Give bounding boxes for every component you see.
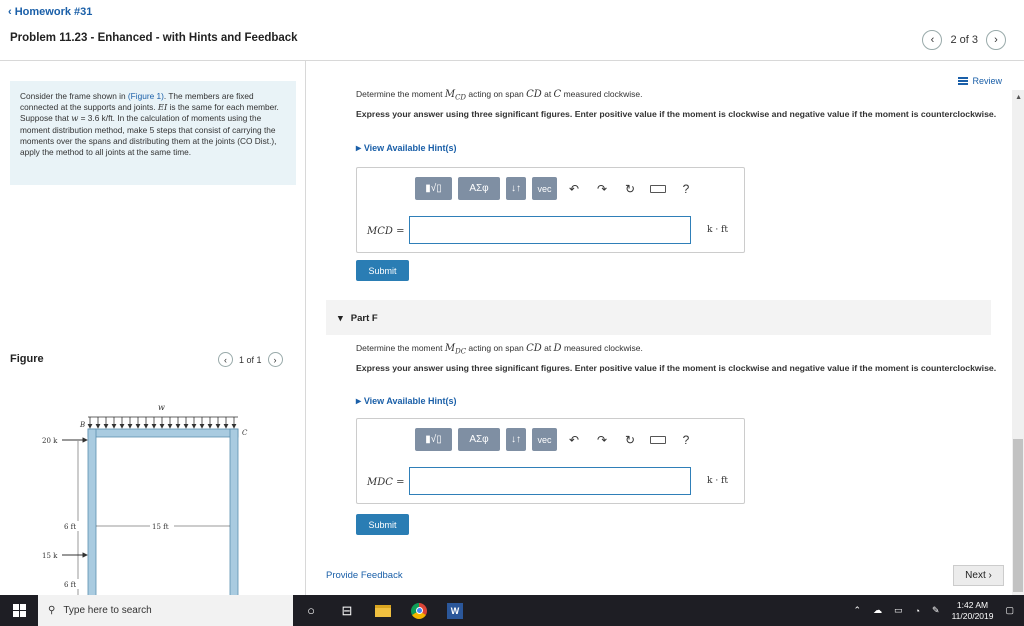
- arrows-button[interactable]: ↓↑: [506, 177, 526, 200]
- dim-upper-label: 6 ft: [64, 523, 76, 531]
- search-placeholder: Type here to search: [63, 605, 152, 616]
- pager-text: 2 of 3: [950, 34, 978, 46]
- keyboard-icon[interactable]: [647, 428, 669, 451]
- greek-symbols-button[interactable]: ΑΣφ: [458, 177, 500, 200]
- part-f-math-toolbar: ▮√▯ ΑΣφ ↓↑ vec ↶ ↷ ↻ ?: [415, 428, 697, 451]
- part-e-instructions: Express your answer using three signific…: [356, 109, 997, 119]
- word-icon[interactable]: W: [437, 595, 473, 626]
- cloud-icon[interactable]: ☁: [873, 605, 882, 616]
- next-button[interactable]: Next ›: [953, 565, 1004, 586]
- part-e-submit-button[interactable]: Submit: [356, 260, 409, 281]
- part-f-header[interactable]: ▾ Part F: [326, 300, 991, 335]
- beam-bc: [87, 428, 239, 438]
- system-tray: ⌃ ☁ ▭ ◔ ✎ 1:42 AM 11/20/2019 ▢: [854, 595, 1024, 626]
- undo-icon[interactable]: ↶: [563, 177, 585, 200]
- help-icon[interactable]: ?: [675, 177, 697, 200]
- part-e-hints-link[interactable]: View Available Hint(s): [356, 143, 457, 154]
- greek-symbols-button[interactable]: ΑΣφ: [458, 428, 500, 451]
- templates-button[interactable]: ▮√▯: [415, 177, 452, 200]
- next-problem-button[interactable]: ›: [986, 30, 1006, 50]
- review-button[interactable]: Review: [958, 76, 1002, 86]
- figure-label: Figure: [10, 353, 44, 365]
- problem-title: Problem 11.23 - Enhanced - with Hints an…: [10, 32, 298, 44]
- reset-icon[interactable]: ↻: [619, 177, 641, 200]
- part-f-unit: k · ft: [707, 476, 728, 486]
- undo-icon[interactable]: ↶: [563, 428, 585, 451]
- cortana-icon[interactable]: ○: [293, 595, 329, 626]
- part-e-unit: k · ft: [707, 225, 728, 235]
- clock-date: 11/20/2019: [951, 610, 994, 621]
- frame-figure: w B C 20 k 15 k 6 ft 6 ft 15 ft: [42, 403, 248, 601]
- right-panel: Review Determine the moment MCD acting o…: [307, 61, 1012, 595]
- windows-taskbar: ⚲ Type here to search ○ ⊟ W ⌃ ☁ ▭ ◔ ✎ 1:…: [0, 595, 1024, 626]
- distributed-load-arrows: [87, 416, 238, 429]
- redo-icon[interactable]: ↷: [591, 177, 613, 200]
- prev-figure-button[interactable]: ‹: [218, 352, 233, 367]
- force-15k-label: 15 k: [42, 552, 58, 560]
- joint-b-label: B: [79, 421, 85, 429]
- part-f-question: Determine the moment MDC acting on span …: [356, 343, 643, 356]
- back-to-homework-link[interactable]: ‹ Homework #31: [8, 6, 92, 18]
- mastering-page: ‹ Homework #31 Problem 11.23 - Enhanced …: [0, 0, 1024, 626]
- templates-button[interactable]: ▮√▯: [415, 428, 452, 451]
- span-label: 15 ft: [152, 523, 169, 531]
- keyboard-icon[interactable]: [647, 177, 669, 200]
- scroll-up-arrow-icon[interactable]: ▲: [1015, 94, 1022, 101]
- figure-link[interactable]: (Figure 1): [128, 91, 164, 101]
- figure-pager-text: 1 of 1: [239, 354, 262, 365]
- chevron-up-icon[interactable]: ⌃: [854, 605, 862, 616]
- figure-pager: ‹ 1 of 1 ›: [218, 352, 283, 367]
- arrows-button[interactable]: ↓↑: [506, 428, 526, 451]
- review-icon: [958, 77, 969, 85]
- part-e-answer-input[interactable]: [409, 216, 691, 244]
- force-20k-label: 20 k: [42, 437, 58, 445]
- chrome-icon[interactable]: [401, 595, 437, 626]
- column-ab: [87, 428, 97, 601]
- vector-button[interactable]: vec: [532, 177, 557, 200]
- left-panel: Consider the frame shown in (Figure 1). …: [0, 61, 306, 601]
- start-button[interactable]: [0, 595, 38, 626]
- battery-icon[interactable]: ▭: [894, 605, 903, 616]
- vertical-scrollbar[interactable]: [1012, 90, 1024, 595]
- help-icon[interactable]: ?: [675, 428, 697, 451]
- taskbar-search[interactable]: ⚲ Type here to search: [38, 595, 293, 626]
- next-figure-button[interactable]: ›: [267, 352, 283, 367]
- part-f-submit-button[interactable]: Submit: [356, 514, 409, 535]
- part-f-answer-input[interactable]: [409, 467, 691, 495]
- part-f-title: Part F: [350, 313, 378, 324]
- part-e-question: Determine the moment MCD acting on span …: [356, 89, 643, 102]
- dim-lower-label: 6 ft: [64, 581, 76, 589]
- redo-icon[interactable]: ↷: [591, 428, 613, 451]
- problem-statement: Consider the frame shown in (Figure 1). …: [10, 81, 296, 185]
- reset-icon[interactable]: ↻: [619, 428, 641, 451]
- part-f-answer-box: ▮√▯ ΑΣφ ↓↑ vec ↶ ↷ ↻ ? MDC = k · ft: [356, 418, 745, 504]
- part-f-input-label: MDC =: [367, 477, 405, 488]
- pen-icon[interactable]: ✎: [932, 605, 940, 616]
- part-f-hints-link[interactable]: View Available Hint(s): [356, 396, 457, 407]
- scrollbar-thumb[interactable]: [1013, 439, 1023, 592]
- task-view-icon[interactable]: ⊟: [329, 595, 365, 626]
- prev-problem-button[interactable]: ‹: [922, 30, 943, 50]
- part-e-math-toolbar: ▮√▯ ΑΣφ ↓↑ vec ↶ ↷ ↻ ?: [415, 177, 697, 200]
- vector-button[interactable]: vec: [532, 428, 557, 451]
- notifications-icon[interactable]: ▢: [1005, 605, 1014, 616]
- part-e-answer-box: ▮√▯ ΑΣφ ↓↑ vec ↶ ↷ ↻ ? MCD = k · ft: [356, 167, 745, 253]
- search-icon: ⚲: [48, 605, 56, 616]
- back-label: Homework #31: [14, 6, 93, 18]
- part-e-input-label: MCD =: [367, 226, 405, 237]
- provide-feedback-link[interactable]: Provide Feedback: [326, 570, 403, 581]
- joint-c-label: C: [242, 429, 248, 437]
- load-label: w: [158, 403, 165, 412]
- problem-pager: ‹ 2 of 3 ›: [922, 30, 1006, 50]
- clock[interactable]: 1:42 AM 11/20/2019: [952, 600, 994, 622]
- part-f-instructions: Express your answer using three signific…: [356, 363, 997, 373]
- column-cd: [229, 428, 239, 601]
- wifi-icon[interactable]: ◔: [915, 606, 920, 616]
- file-explorer-icon[interactable]: [365, 595, 401, 626]
- clock-time: 1:42 AM: [956, 599, 989, 610]
- windows-logo-icon: [12, 604, 26, 617]
